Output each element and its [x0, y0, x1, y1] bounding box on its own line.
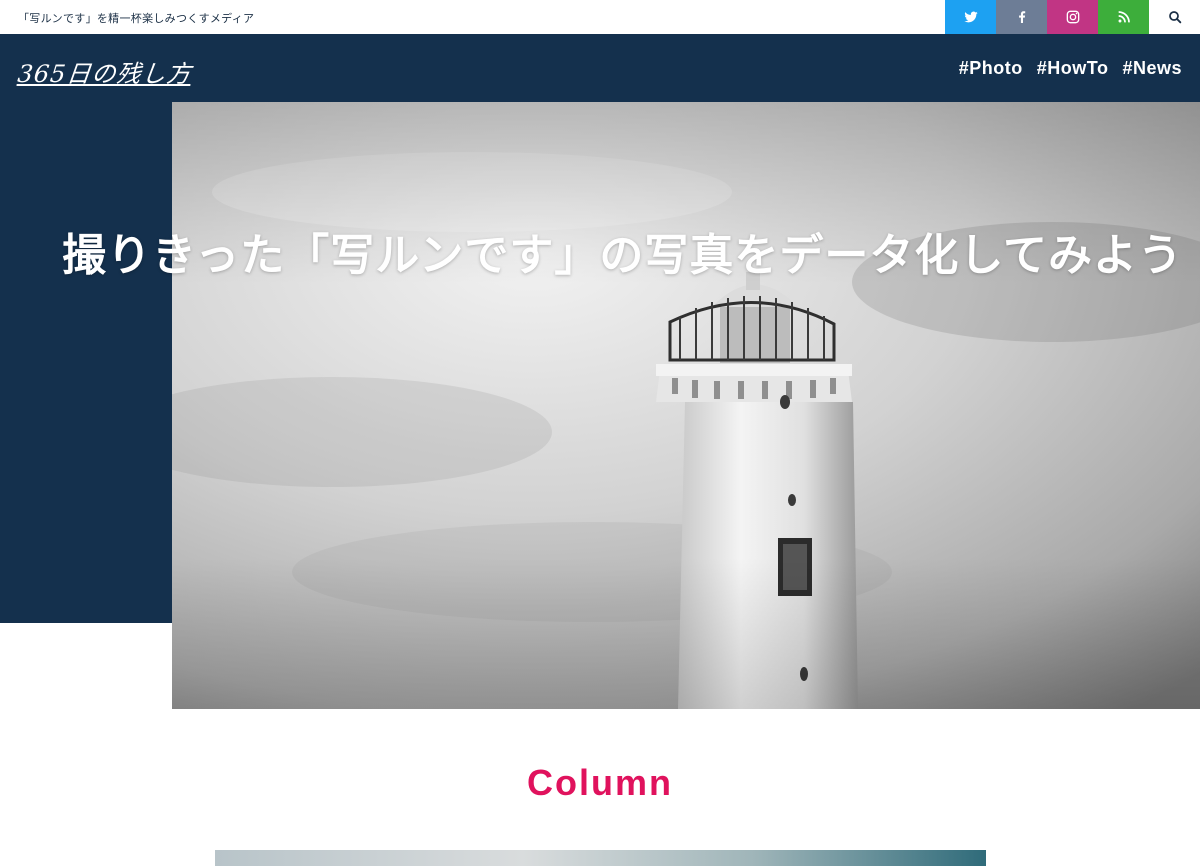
- nav-item-photo[interactable]: #Photo: [959, 58, 1023, 79]
- instagram-link[interactable]: [1047, 0, 1098, 34]
- article-card-thumbnail[interactable]: [215, 850, 986, 866]
- instagram-icon: [1066, 10, 1079, 24]
- site-tagline: 「写ルンです」を精一杯楽しみつくすメディア: [18, 12, 255, 25]
- rss-link[interactable]: [1098, 0, 1149, 34]
- social-links: [945, 0, 1200, 34]
- facebook-link[interactable]: [996, 0, 1047, 34]
- hero-title[interactable]: 撮りきった「写ルンです」の写真をデータ化してみよう: [62, 226, 1192, 286]
- rss-icon: [1118, 11, 1130, 23]
- nav-item-news[interactable]: #News: [1122, 58, 1182, 79]
- site-header: 365日の残し方 #Photo #HowTo #News: [0, 34, 1200, 102]
- hero-side-panel: [0, 102, 172, 623]
- nav-item-howto[interactable]: #HowTo: [1037, 58, 1109, 79]
- lighthouse-photo: [172, 102, 1200, 709]
- twitter-icon: [963, 11, 978, 23]
- facebook-icon: [1018, 11, 1025, 23]
- search-button[interactable]: [1149, 0, 1200, 34]
- twitter-link[interactable]: [945, 0, 996, 34]
- site-logo[interactable]: 365日の残し方: [16, 54, 193, 89]
- section-title-column: Column: [527, 762, 673, 803]
- hero-image[interactable]: [172, 102, 1200, 709]
- main-nav: #Photo #HowTo #News: [959, 58, 1182, 79]
- search-icon: [1168, 11, 1181, 24]
- top-bar: 「写ルンです」を精一杯楽しみつくすメディア: [0, 0, 1200, 34]
